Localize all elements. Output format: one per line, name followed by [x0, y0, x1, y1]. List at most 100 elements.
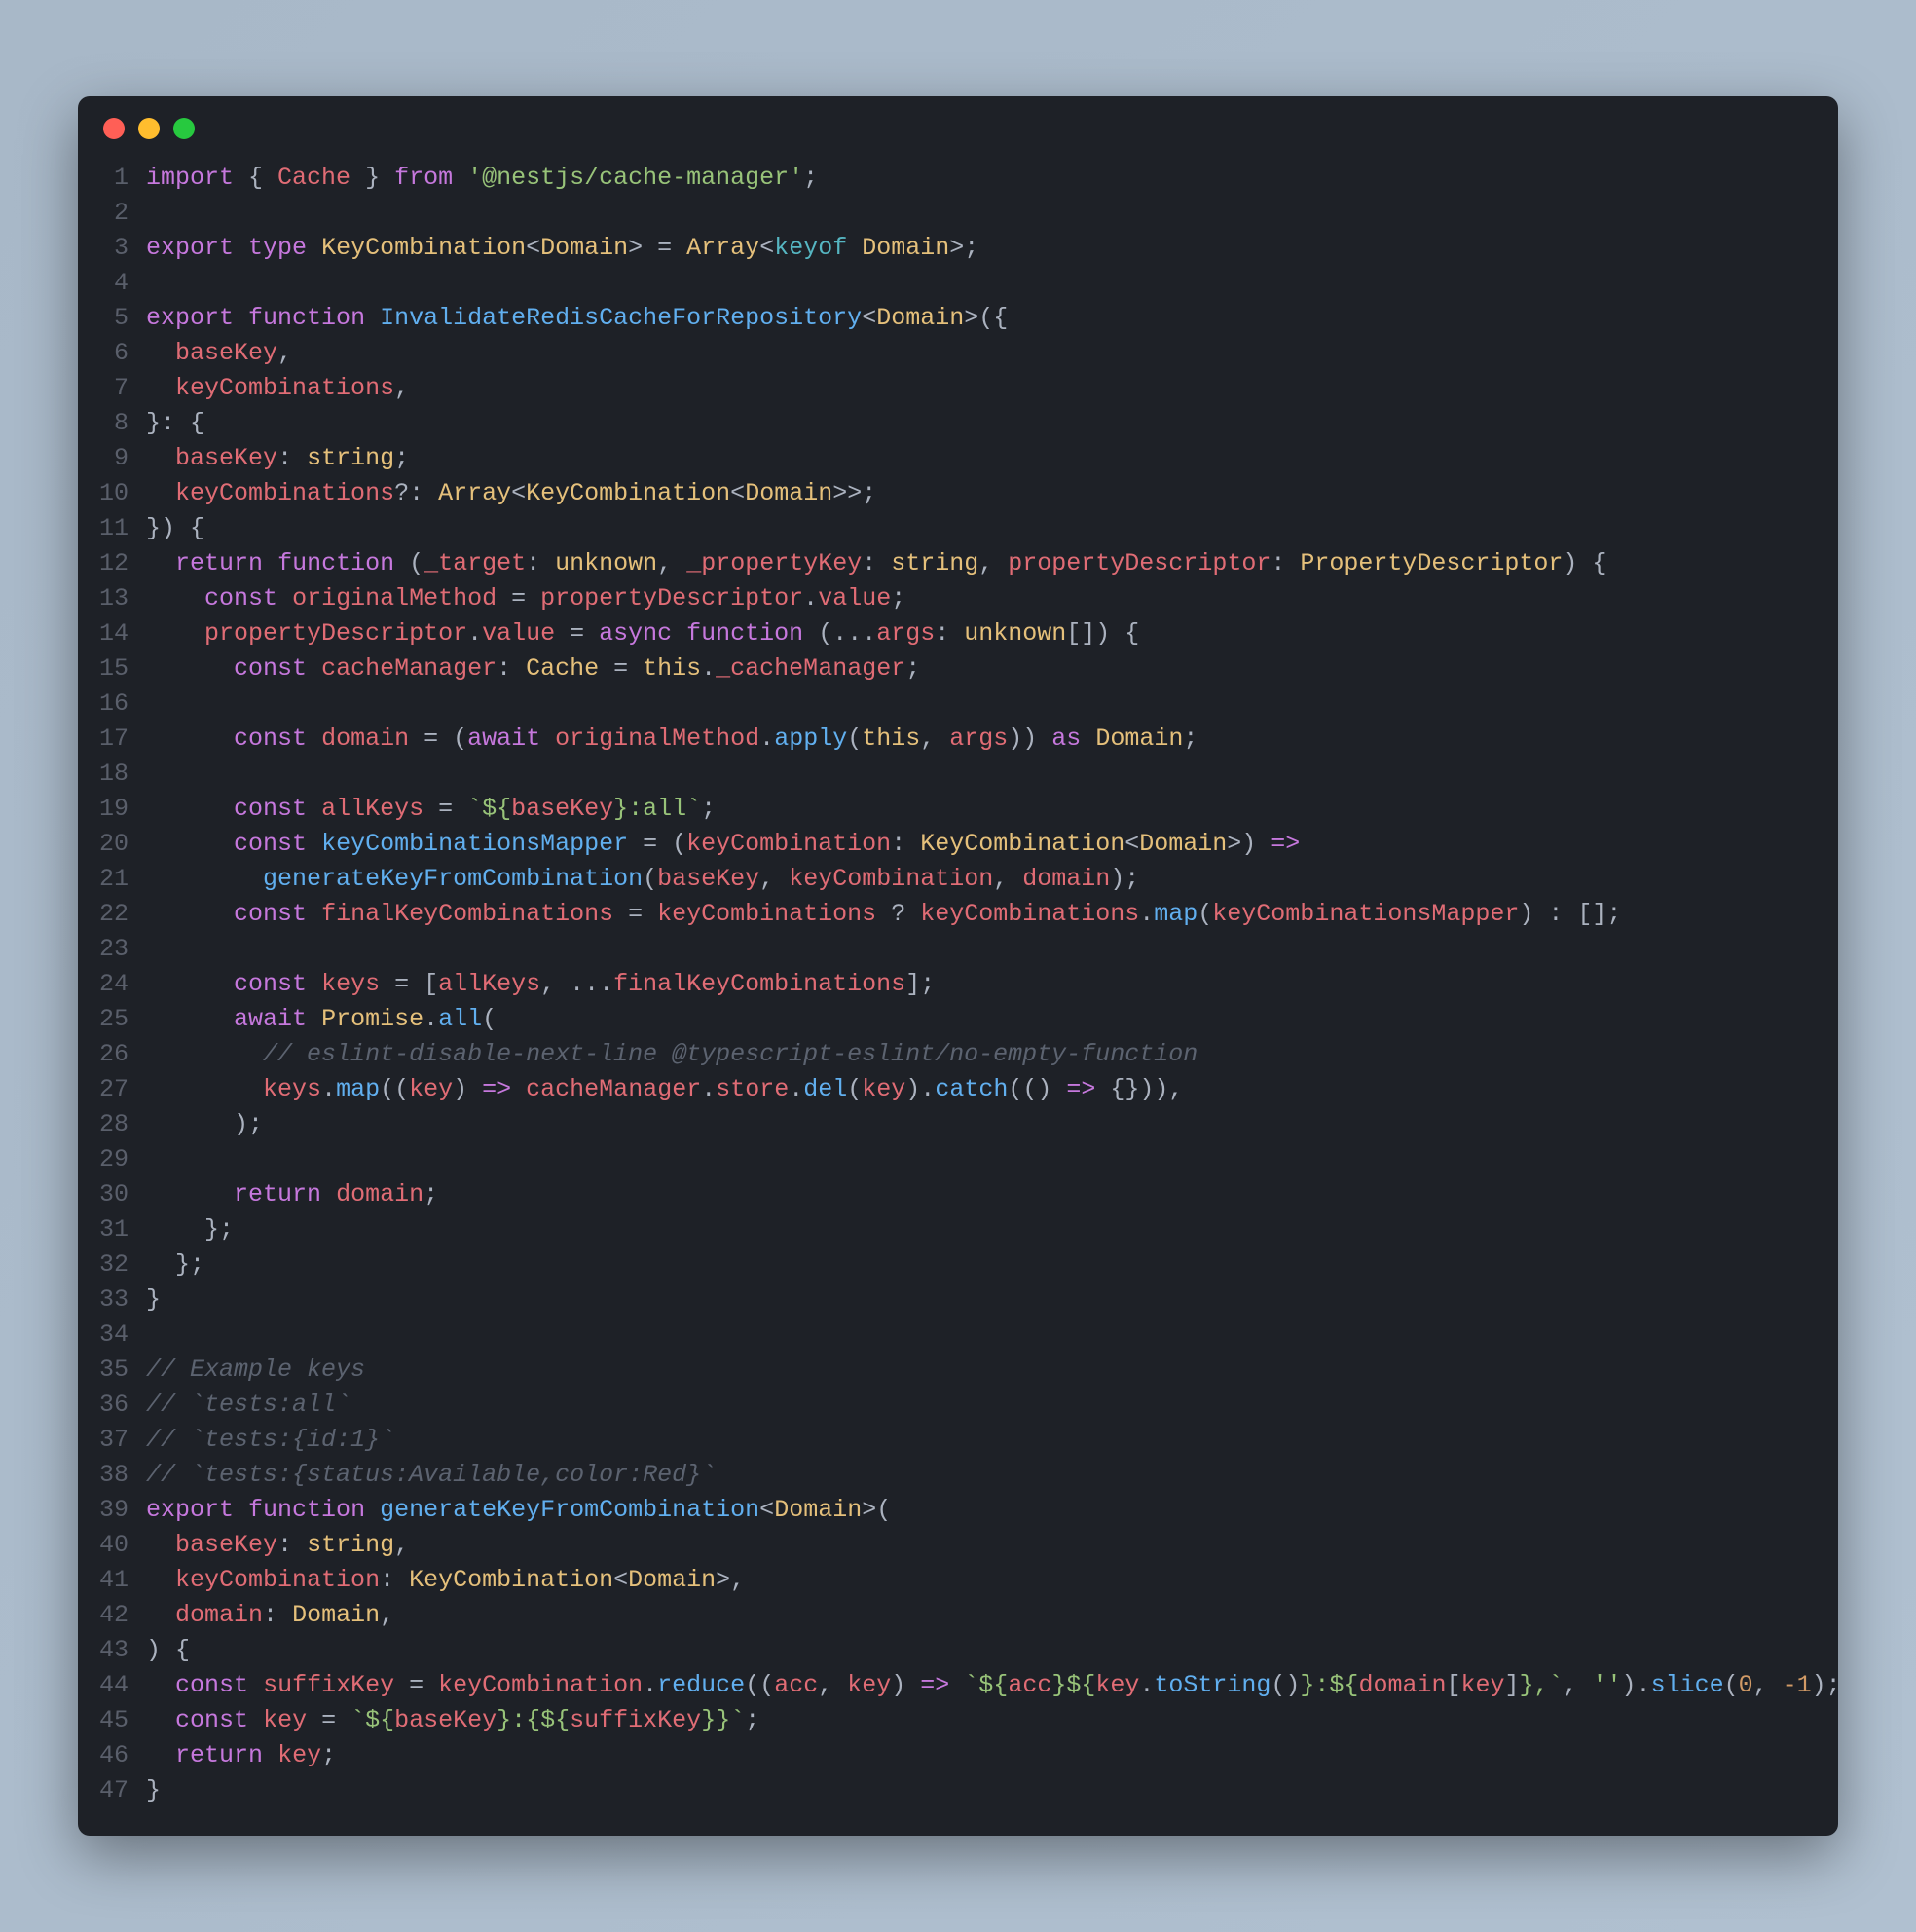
code-line — [146, 266, 1838, 301]
line-number: 14 — [99, 616, 129, 651]
line-number: 21 — [99, 862, 129, 897]
line-number: 8 — [99, 406, 129, 441]
line-number: 38 — [99, 1458, 129, 1493]
line-number: 22 — [99, 897, 129, 932]
line-number: 10 — [99, 476, 129, 511]
line-number: 40 — [99, 1528, 129, 1563]
code-line: import { Cache } from '@nestjs/cache-man… — [146, 161, 1838, 196]
code-line: keyCombination: KeyCombination<Domain>, — [146, 1563, 1838, 1598]
line-number: 34 — [99, 1318, 129, 1353]
line-number: 4 — [99, 266, 129, 301]
line-number: 9 — [99, 441, 129, 476]
code-line: // `tests:{status:Available,color:Red}` — [146, 1458, 1838, 1493]
line-number: 13 — [99, 581, 129, 616]
code-line — [146, 687, 1838, 722]
line-number: 17 — [99, 722, 129, 757]
line-number: 19 — [99, 792, 129, 827]
line-number-gutter: 1234567891011121314151617181920212223242… — [78, 161, 146, 1808]
code-line: const key = `${baseKey}:{${suffixKey}}`; — [146, 1703, 1838, 1738]
line-number: 35 — [99, 1353, 129, 1388]
line-number: 37 — [99, 1423, 129, 1458]
line-number: 32 — [99, 1247, 129, 1282]
code-line: return function (_target: unknown, _prop… — [146, 546, 1838, 581]
code-line: generateKeyFromCombination(baseKey, keyC… — [146, 862, 1838, 897]
code-line: baseKey: string, — [146, 1528, 1838, 1563]
line-number: 7 — [99, 371, 129, 406]
code-line: }) { — [146, 511, 1838, 546]
code-line: return key; — [146, 1738, 1838, 1773]
code-line: const allKeys = `${baseKey}:all`; — [146, 792, 1838, 827]
code-line: const keys = [allKeys, ...finalKeyCombin… — [146, 967, 1838, 1002]
line-number: 47 — [99, 1773, 129, 1808]
line-number: 27 — [99, 1072, 129, 1107]
line-number: 1 — [99, 161, 129, 196]
line-number: 39 — [99, 1493, 129, 1528]
line-number: 28 — [99, 1107, 129, 1142]
code-line: } — [146, 1773, 1838, 1808]
window-titlebar — [78, 96, 1838, 149]
code-line: export function InvalidateRedisCacheForR… — [146, 301, 1838, 336]
line-number: 44 — [99, 1668, 129, 1703]
code-line: propertyDescriptor.value = async functio… — [146, 616, 1838, 651]
code-area: 1234567891011121314151617181920212223242… — [78, 149, 1838, 1836]
code-line: await Promise.all( — [146, 1002, 1838, 1037]
code-line: }: { — [146, 406, 1838, 441]
line-number: 6 — [99, 336, 129, 371]
code-line: return domain; — [146, 1177, 1838, 1212]
code-line: const cacheManager: Cache = this._cacheM… — [146, 651, 1838, 687]
line-number: 3 — [99, 231, 129, 266]
code-line: keyCombinations, — [146, 371, 1838, 406]
code-line: const keyCombinationsMapper = (keyCombin… — [146, 827, 1838, 862]
line-number: 33 — [99, 1282, 129, 1318]
code-line: ); — [146, 1107, 1838, 1142]
code-line: // eslint-disable-next-line @typescript-… — [146, 1037, 1838, 1072]
code-line — [146, 1318, 1838, 1353]
code-line: // `tests:{id:1}` — [146, 1423, 1838, 1458]
line-number: 45 — [99, 1703, 129, 1738]
code-line — [146, 1142, 1838, 1177]
minimize-icon[interactable] — [138, 118, 160, 139]
code-line: keys.map((key) => cacheManager.store.del… — [146, 1072, 1838, 1107]
line-number: 20 — [99, 827, 129, 862]
code-line: keyCombinations?: Array<KeyCombination<D… — [146, 476, 1838, 511]
code-line: baseKey, — [146, 336, 1838, 371]
line-number: 25 — [99, 1002, 129, 1037]
code-line: }; — [146, 1247, 1838, 1282]
line-number: 30 — [99, 1177, 129, 1212]
maximize-icon[interactable] — [173, 118, 195, 139]
code-line — [146, 757, 1838, 792]
line-number: 2 — [99, 196, 129, 231]
code-line: const suffixKey = keyCombination.reduce(… — [146, 1668, 1838, 1703]
code-line — [146, 932, 1838, 967]
line-number: 42 — [99, 1598, 129, 1633]
code-line: export type KeyCombination<Domain> = Arr… — [146, 231, 1838, 266]
code-editor-window: 1234567891011121314151617181920212223242… — [78, 96, 1838, 1836]
line-number: 11 — [99, 511, 129, 546]
code-line: export function generateKeyFromCombinati… — [146, 1493, 1838, 1528]
line-number: 15 — [99, 651, 129, 687]
line-number: 23 — [99, 932, 129, 967]
line-number: 26 — [99, 1037, 129, 1072]
line-number: 12 — [99, 546, 129, 581]
code-line: } — [146, 1282, 1838, 1318]
line-number: 18 — [99, 757, 129, 792]
line-number: 36 — [99, 1388, 129, 1423]
close-icon[interactable] — [103, 118, 125, 139]
line-number: 41 — [99, 1563, 129, 1598]
line-number: 29 — [99, 1142, 129, 1177]
code-line: ) { — [146, 1633, 1838, 1668]
code-line: const originalMethod = propertyDescripto… — [146, 581, 1838, 616]
code-line: domain: Domain, — [146, 1598, 1838, 1633]
code-line: }; — [146, 1212, 1838, 1247]
line-number: 16 — [99, 687, 129, 722]
code-content[interactable]: import { Cache } from '@nestjs/cache-man… — [146, 161, 1838, 1808]
line-number: 5 — [99, 301, 129, 336]
code-line: baseKey: string; — [146, 441, 1838, 476]
code-line: const domain = (await originalMethod.app… — [146, 722, 1838, 757]
code-line: // Example keys — [146, 1353, 1838, 1388]
line-number: 46 — [99, 1738, 129, 1773]
line-number: 43 — [99, 1633, 129, 1668]
code-line: // `tests:all` — [146, 1388, 1838, 1423]
line-number: 24 — [99, 967, 129, 1002]
line-number: 31 — [99, 1212, 129, 1247]
